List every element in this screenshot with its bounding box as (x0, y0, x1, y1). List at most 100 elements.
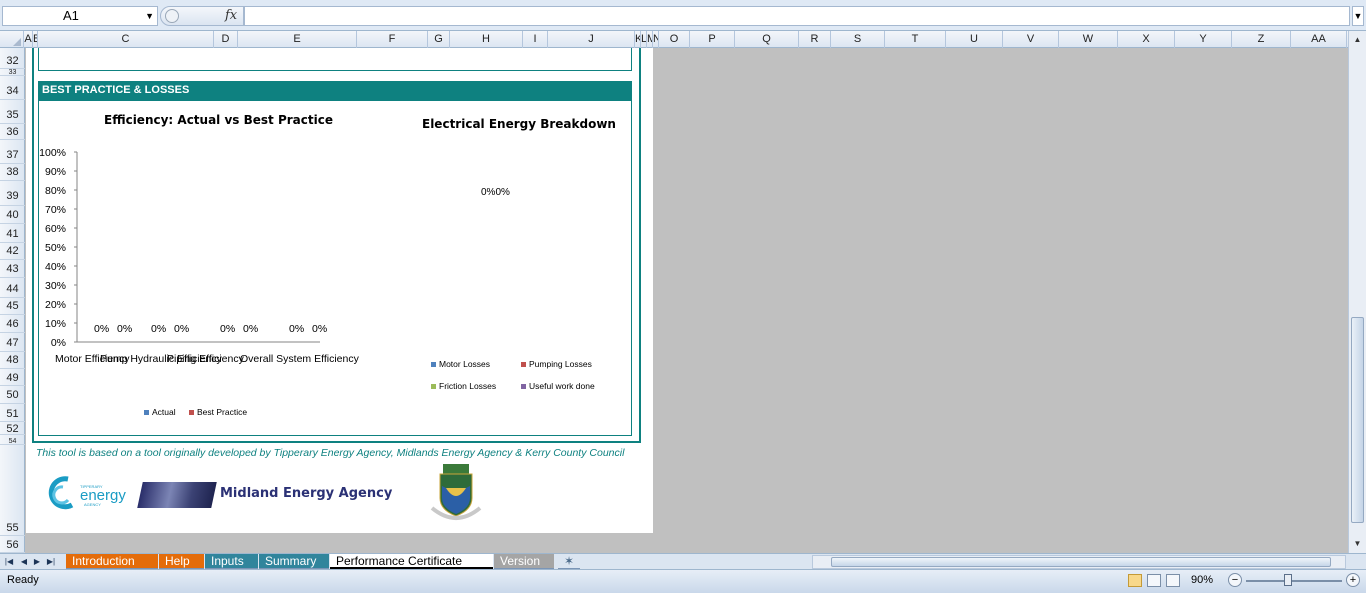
legend-entry-pumping-losses[interactable]: Pumping Losses (521, 359, 592, 369)
column-header-s[interactable]: S (831, 31, 885, 48)
row-header-42[interactable]: 42 (0, 243, 25, 260)
data-label[interactable]: 0% (220, 323, 235, 335)
row-header-50[interactable]: 50 (0, 387, 25, 404)
row-header-32[interactable]: 32 (0, 54, 25, 69)
page-layout-view-icon[interactable] (1147, 574, 1161, 587)
row-header-40[interactable]: 40 (0, 207, 25, 224)
row-header-47[interactable]: 47 (0, 335, 25, 352)
row-header-43[interactable]: 43 (0, 261, 25, 278)
column-header-f[interactable]: F (357, 31, 428, 48)
efficiency-chart[interactable]: 0%10%20%30%40%50%60%70%80%90%100%0% 0%Mot… (26, 138, 386, 378)
y-tick-label[interactable]: 70% (45, 204, 66, 216)
vertical-scroll-thumb[interactable] (1351, 317, 1364, 523)
column-header-h[interactable]: H (450, 31, 523, 48)
column-header-r[interactable]: R (799, 31, 831, 48)
column-header-z[interactable]: Z (1232, 31, 1291, 48)
horizontal-scrollbar[interactable] (812, 555, 1346, 569)
row-header-39[interactable]: 39 (0, 187, 25, 206)
zoom-in-icon[interactable]: + (1346, 573, 1360, 587)
last-sheet-icon[interactable]: ▶| (45, 554, 57, 569)
efficiency-chart-title[interactable]: Efficiency: Actual vs Best Practice (104, 113, 333, 127)
column-header-w[interactable]: W (1059, 31, 1118, 48)
row-header-46[interactable]: 46 (0, 316, 25, 333)
energy-breakdown-chart-title[interactable]: Electrical Energy Breakdown (422, 117, 616, 131)
sheet-tab-help[interactable]: Help (159, 554, 204, 569)
column-header-c[interactable]: C (38, 31, 214, 48)
normal-view-icon[interactable] (1128, 574, 1142, 587)
column-header-j[interactable]: J (548, 31, 635, 48)
insert-sheet-icon[interactable]: ✶ (558, 554, 580, 569)
data-label[interactable]: 0% (243, 323, 258, 335)
legend-entry-friction-losses[interactable]: Friction Losses (431, 381, 496, 391)
legend-entry-useful-work-done[interactable]: Useful work done (521, 381, 595, 391)
column-header-o[interactable]: O (659, 31, 690, 48)
column-header-q[interactable]: Q (735, 31, 799, 48)
column-header-p[interactable]: P (690, 31, 735, 48)
zoom-slider-thumb[interactable] (1284, 574, 1292, 586)
row-header-52[interactable]: 52 (0, 423, 25, 435)
data-label[interactable]: 0% (174, 323, 189, 335)
name-box[interactable]: A1 ▼ (2, 6, 158, 26)
y-tick-label[interactable]: 90% (45, 166, 66, 178)
row-header-48[interactable]: 48 (0, 352, 25, 369)
horizontal-scroll-thumb[interactable] (831, 557, 1331, 567)
column-header-a[interactable]: A (24, 31, 33, 48)
sheet-tab-introduction[interactable]: Introduction (66, 554, 158, 569)
previous-sheet-icon[interactable]: ◀ (18, 554, 30, 569)
row-header-36[interactable]: 36 (0, 124, 25, 140)
sheet-tab-inputs[interactable]: Inputs (205, 554, 258, 569)
row-header-41[interactable]: 41 (0, 226, 25, 243)
legend-entry-motor-losses[interactable]: Motor Losses (431, 359, 490, 369)
formula-input[interactable] (244, 6, 1350, 26)
search-icon[interactable] (165, 9, 179, 23)
row-header-51[interactable]: 51 (0, 406, 25, 422)
row-header-37[interactable]: 37 (0, 146, 25, 164)
column-header-y[interactable]: Y (1175, 31, 1232, 48)
expand-formula-bar-icon[interactable]: ▼ (1352, 6, 1364, 26)
row-header-35[interactable]: 35 (0, 106, 25, 124)
page-break-view-icon[interactable] (1166, 574, 1180, 587)
name-box-dropdown-icon[interactable]: ▼ (145, 7, 154, 25)
scroll-down-icon[interactable]: ▼ (1350, 536, 1365, 551)
row-header-38[interactable]: 38 (0, 164, 25, 181)
row-header-34[interactable]: 34 (0, 82, 25, 100)
legend-entry-best-practice[interactable]: Best Practice (189, 407, 247, 417)
data-label[interactable]: 0% (117, 323, 132, 335)
column-header-e[interactable]: E (238, 31, 357, 48)
y-tick-label[interactable]: 100% (39, 147, 66, 159)
row-header-45[interactable]: 45 (0, 298, 25, 315)
row-header-56[interactable]: 56 (0, 537, 25, 553)
column-header-x[interactable]: X (1118, 31, 1175, 48)
row-header-44[interactable]: 44 (0, 280, 25, 298)
scroll-up-icon[interactable]: ▲ (1350, 32, 1365, 47)
zoom-level[interactable]: 90% (1191, 574, 1213, 586)
y-tick-label[interactable]: 60% (45, 223, 66, 235)
data-label[interactable]: 0% (289, 323, 304, 335)
sheet-tab-summary[interactable]: Summary (259, 554, 329, 569)
column-header-aa[interactable]: AA (1291, 31, 1347, 48)
column-header-u[interactable]: U (946, 31, 1003, 48)
select-all-button[interactable] (0, 31, 24, 48)
data-label[interactable]: 0% (312, 323, 327, 335)
y-tick-label[interactable]: 50% (45, 242, 66, 254)
row-header-54[interactable]: 54 (0, 438, 25, 445)
sheet-tab-performance-certificate[interactable]: Performance Certificate (330, 554, 493, 569)
data-label[interactable]: 0% (94, 323, 109, 335)
column-header-g[interactable]: G (428, 31, 450, 48)
legend-entry-actual[interactable]: Actual (144, 407, 176, 417)
row-header-55[interactable]: 55 (0, 520, 25, 536)
insert-function-button[interactable]: fx (225, 8, 237, 23)
zoom-out-icon[interactable]: − (1228, 573, 1242, 587)
y-tick-label[interactable]: 10% (45, 318, 66, 330)
next-sheet-icon[interactable]: ▶ (31, 554, 43, 569)
zoom-slider-track[interactable] (1246, 580, 1342, 582)
pie-data-labels[interactable]: 0%0% (481, 187, 510, 198)
column-header-d[interactable]: D (214, 31, 238, 48)
sheet-tab-version[interactable]: Version (494, 554, 554, 569)
y-tick-label[interactable]: 30% (45, 280, 66, 292)
y-tick-label[interactable]: 20% (45, 299, 66, 311)
category-label[interactable]: Overall System Efficiency (240, 353, 360, 365)
y-tick-label[interactable]: 80% (45, 185, 66, 197)
category-label[interactable]: Piping Efficiency (167, 353, 245, 365)
row-header-49[interactable]: 49 (0, 370, 25, 386)
